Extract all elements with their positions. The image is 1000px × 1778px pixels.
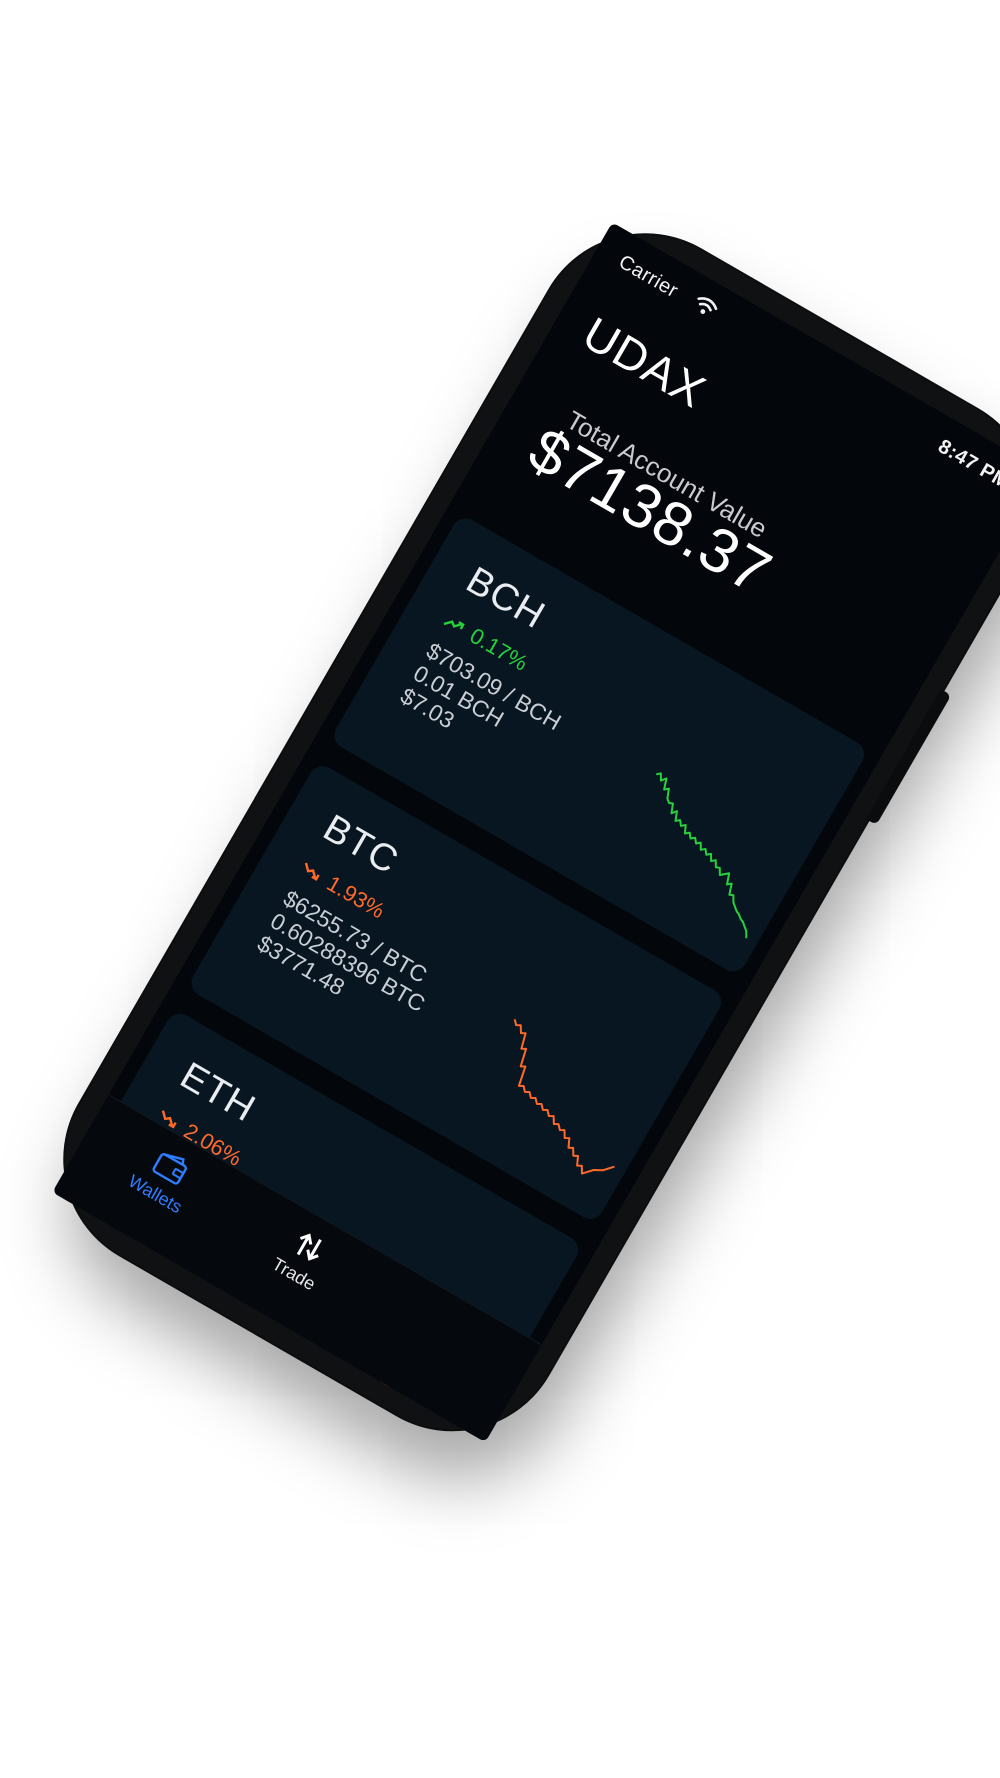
app-title: UDAX: [574, 306, 715, 418]
carrier-label: Carrier: [614, 250, 682, 303]
sparkline-series: [656, 772, 748, 939]
status-time: 8:47 PM: [934, 435, 1000, 494]
trend-up-icon: [443, 620, 465, 630]
sparkline-chart: [656, 772, 748, 939]
sparkline-series: [513, 1019, 615, 1175]
stage: Carrier 8:47 PM UDAX Total Account Value…: [0, 0, 1000, 1778]
wifi-icon: [697, 297, 718, 314]
trend-down-icon: [304, 862, 320, 881]
sparkline-chart: [513, 1019, 615, 1175]
phone-frame: Carrier 8:47 PM UDAX Total Account Value…: [25, 195, 1000, 1470]
app-screen: Carrier 8:47 PM UDAX Total Account Value…: [52, 222, 1000, 1443]
